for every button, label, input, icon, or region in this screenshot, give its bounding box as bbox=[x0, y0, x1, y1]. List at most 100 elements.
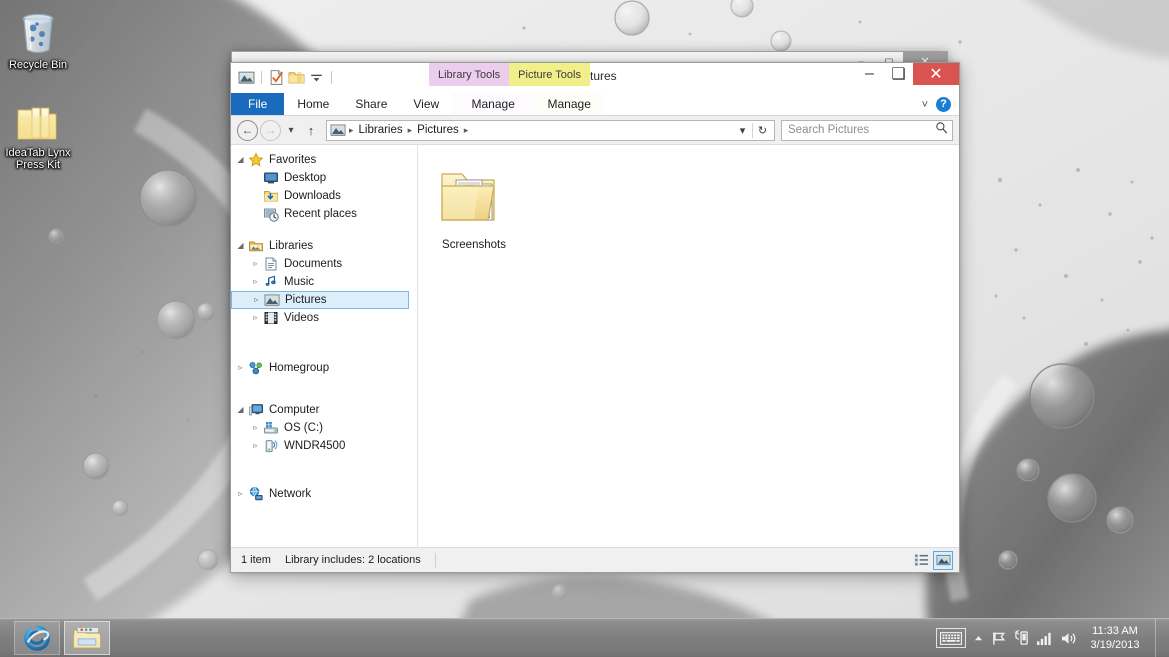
title-bar[interactable]: Pictures Library Tools Picture Tools – ❑… bbox=[231, 63, 959, 93]
breadcrumb-item-libraries[interactable]: Libraries bbox=[355, 123, 407, 137]
expander-icon[interactable]: ▹ bbox=[248, 442, 263, 450]
tab-manage-library[interactable]: Manage bbox=[452, 93, 535, 115]
breadcrumb-bar[interactable]: ▸ Libraries ▸ Pictures ▸ ▾ ↻ bbox=[326, 119, 775, 141]
show-desktop-button[interactable] bbox=[1155, 618, 1163, 657]
file-explorer-window[interactable]: Pictures Library Tools Picture Tools – ❑… bbox=[230, 62, 960, 573]
computer-icon bbox=[248, 402, 269, 418]
desktop-icon bbox=[263, 170, 284, 186]
ribbon-right-controls[interactable]: ˅ ? bbox=[922, 93, 955, 116]
desktop-icon-ideatab-lynx-press-kit[interactable]: IdeaTab Lynx Press Kit bbox=[0, 96, 76, 171]
list-item-label: Screenshots bbox=[442, 239, 506, 251]
expander-icon[interactable]: ▹ bbox=[233, 364, 248, 372]
expander-icon[interactable]: ▹ bbox=[248, 278, 263, 286]
sidebar-item-wndr4500[interactable]: ▹ WNDR4500 bbox=[231, 437, 417, 455]
expander-icon[interactable]: ▹ bbox=[248, 314, 263, 322]
large-icons-view-button[interactable] bbox=[933, 550, 953, 570]
sidebar-item-os-c[interactable]: ▹ OS (C:) bbox=[231, 419, 417, 437]
breadcrumb[interactable]: ▸ Libraries ▸ Pictures ▸ bbox=[330, 122, 733, 138]
system-tray[interactable]: 11:33 AM 3/19/2013 bbox=[936, 618, 1169, 657]
tab-view[interactable]: View bbox=[400, 93, 452, 115]
customize-quick-access-icon[interactable] bbox=[308, 69, 325, 86]
desktop[interactable]: Recycle Bin IdeaTab Lynx Press Kit Pictu… bbox=[0, 0, 1169, 657]
nav-group-computer: ◢ Computer ▹ OS (C:) ▹ WNDR4500 bbox=[231, 401, 417, 455]
quick-access-toolbar[interactable] bbox=[234, 65, 339, 89]
tab-manage-picture[interactable]: Manage bbox=[534, 93, 605, 115]
documents-icon bbox=[263, 256, 284, 272]
taskbar-clock[interactable]: 11:33 AM 3/19/2013 bbox=[1084, 624, 1148, 652]
sidebar-item-favorites[interactable]: ◢ Favorites bbox=[231, 151, 417, 169]
sidebar-item-computer[interactable]: ◢ Computer bbox=[231, 401, 417, 419]
taskbar[interactable]: 11:33 AM 3/19/2013 bbox=[0, 618, 1169, 657]
breadcrumb-tools[interactable]: ▾ ↻ bbox=[733, 121, 772, 140]
expander-icon[interactable]: ▹ bbox=[249, 296, 264, 304]
sidebar-item-homegroup[interactable]: ▹ Homegroup bbox=[231, 359, 417, 377]
breadcrumb-separator[interactable]: ▸ bbox=[463, 125, 470, 136]
desktop-icon-recycle-bin[interactable]: Recycle Bin bbox=[0, 8, 76, 71]
desktop-icon-label: IdeaTab Lynx Press Kit bbox=[5, 147, 71, 171]
action-center-flag-icon[interactable] bbox=[991, 631, 1007, 646]
breadcrumb-item-pictures[interactable]: Pictures bbox=[413, 123, 463, 137]
sidebar-item-label: Pictures bbox=[285, 294, 327, 306]
address-dropdown-icon[interactable]: ▾ bbox=[733, 121, 752, 140]
libraries-icon bbox=[248, 238, 269, 254]
sidebar-item-documents[interactable]: ▹ Documents bbox=[231, 255, 417, 273]
sidebar-item-label: Music bbox=[284, 276, 315, 288]
network-signal-icon[interactable] bbox=[1036, 631, 1053, 646]
tab-file[interactable]: File bbox=[231, 93, 285, 115]
sidebar-item-label: OS (C:) bbox=[284, 422, 323, 434]
expander-icon[interactable]: ◢ bbox=[233, 242, 248, 250]
expander-icon[interactable]: ◢ bbox=[233, 406, 248, 414]
recent-locations-button[interactable]: ▾ bbox=[283, 120, 299, 141]
window-title: Pictures bbox=[573, 69, 617, 83]
maximize-button[interactable]: ❑ bbox=[884, 63, 913, 85]
sidebar-item-libraries[interactable]: ◢ Libraries bbox=[231, 237, 417, 255]
sidebar-item-recent-places[interactable]: Recent places bbox=[231, 205, 417, 223]
list-item[interactable]: Screenshots bbox=[426, 155, 522, 253]
properties-icon[interactable] bbox=[268, 69, 285, 86]
touch-keyboard-icon[interactable] bbox=[936, 628, 966, 648]
tab-home[interactable]: Home bbox=[284, 93, 342, 115]
sidebar-item-music[interactable]: ▹ Music bbox=[231, 273, 417, 291]
back-button[interactable]: ← bbox=[237, 119, 258, 141]
details-view-button[interactable] bbox=[911, 551, 931, 570]
file-explorer-button[interactable] bbox=[64, 621, 110, 655]
internet-explorer-button[interactable] bbox=[14, 621, 60, 655]
show-hidden-icons-icon[interactable] bbox=[973, 634, 984, 643]
device-icon[interactable] bbox=[1014, 630, 1029, 646]
expander-icon[interactable]: ▹ bbox=[248, 424, 263, 432]
help-icon[interactable]: ? bbox=[936, 97, 951, 112]
ribbon-tab-bar[interactable]: File Home Share View Manage Manage ˅ ? bbox=[231, 93, 959, 116]
close-button[interactable]: ✕ bbox=[913, 63, 959, 85]
minimize-button[interactable]: – bbox=[855, 63, 884, 85]
sidebar-item-desktop[interactable]: Desktop bbox=[231, 169, 417, 187]
sidebar-item-pictures[interactable]: ▹ Pictures bbox=[231, 291, 409, 309]
expander-icon[interactable]: ◢ bbox=[233, 156, 248, 164]
navigation-pane[interactable]: ◢ Favorites Desktop Downloads Recent pla… bbox=[231, 145, 418, 547]
contextual-tab-picture-tools[interactable]: Picture Tools bbox=[509, 63, 590, 86]
sidebar-item-videos[interactable]: ▹ Videos bbox=[231, 309, 417, 327]
address-bar[interactable]: ← → ▾ ↑ ▸ Libraries ▸ Pictures ▸ ▾ ↻ Sea… bbox=[231, 116, 959, 144]
sidebar-item-downloads[interactable]: Downloads bbox=[231, 187, 417, 205]
contextual-tab-library-tools[interactable]: Library Tools bbox=[429, 63, 510, 86]
search-icon[interactable] bbox=[935, 121, 948, 139]
refresh-icon[interactable]: ↻ bbox=[753, 121, 772, 140]
sidebar-item-network[interactable]: ▹ Network bbox=[231, 485, 417, 503]
up-button[interactable]: ↑ bbox=[301, 120, 321, 141]
view-mode-buttons[interactable] bbox=[911, 550, 953, 570]
taskbar-buttons[interactable] bbox=[0, 621, 110, 655]
status-left: 1 item Library includes: 2 locations bbox=[241, 552, 436, 568]
file-list-pane[interactable]: Screenshots bbox=[418, 145, 959, 547]
search-input[interactable] bbox=[788, 124, 935, 136]
window-controls[interactable]: – ❑ ✕ bbox=[855, 63, 959, 85]
volume-icon[interactable] bbox=[1060, 631, 1077, 646]
sidebar-item-label: Videos bbox=[284, 312, 319, 324]
chevron-down-icon[interactable]: ˅ bbox=[922, 99, 928, 111]
tab-share[interactable]: Share bbox=[342, 93, 400, 115]
new-folder-icon[interactable] bbox=[288, 69, 305, 86]
pictures-library-icon[interactable] bbox=[238, 69, 255, 86]
expander-icon[interactable]: ▹ bbox=[233, 490, 248, 498]
sidebar-item-label: Favorites bbox=[269, 154, 317, 166]
search-box[interactable] bbox=[781, 119, 953, 141]
expander-icon[interactable]: ▹ bbox=[248, 260, 263, 268]
